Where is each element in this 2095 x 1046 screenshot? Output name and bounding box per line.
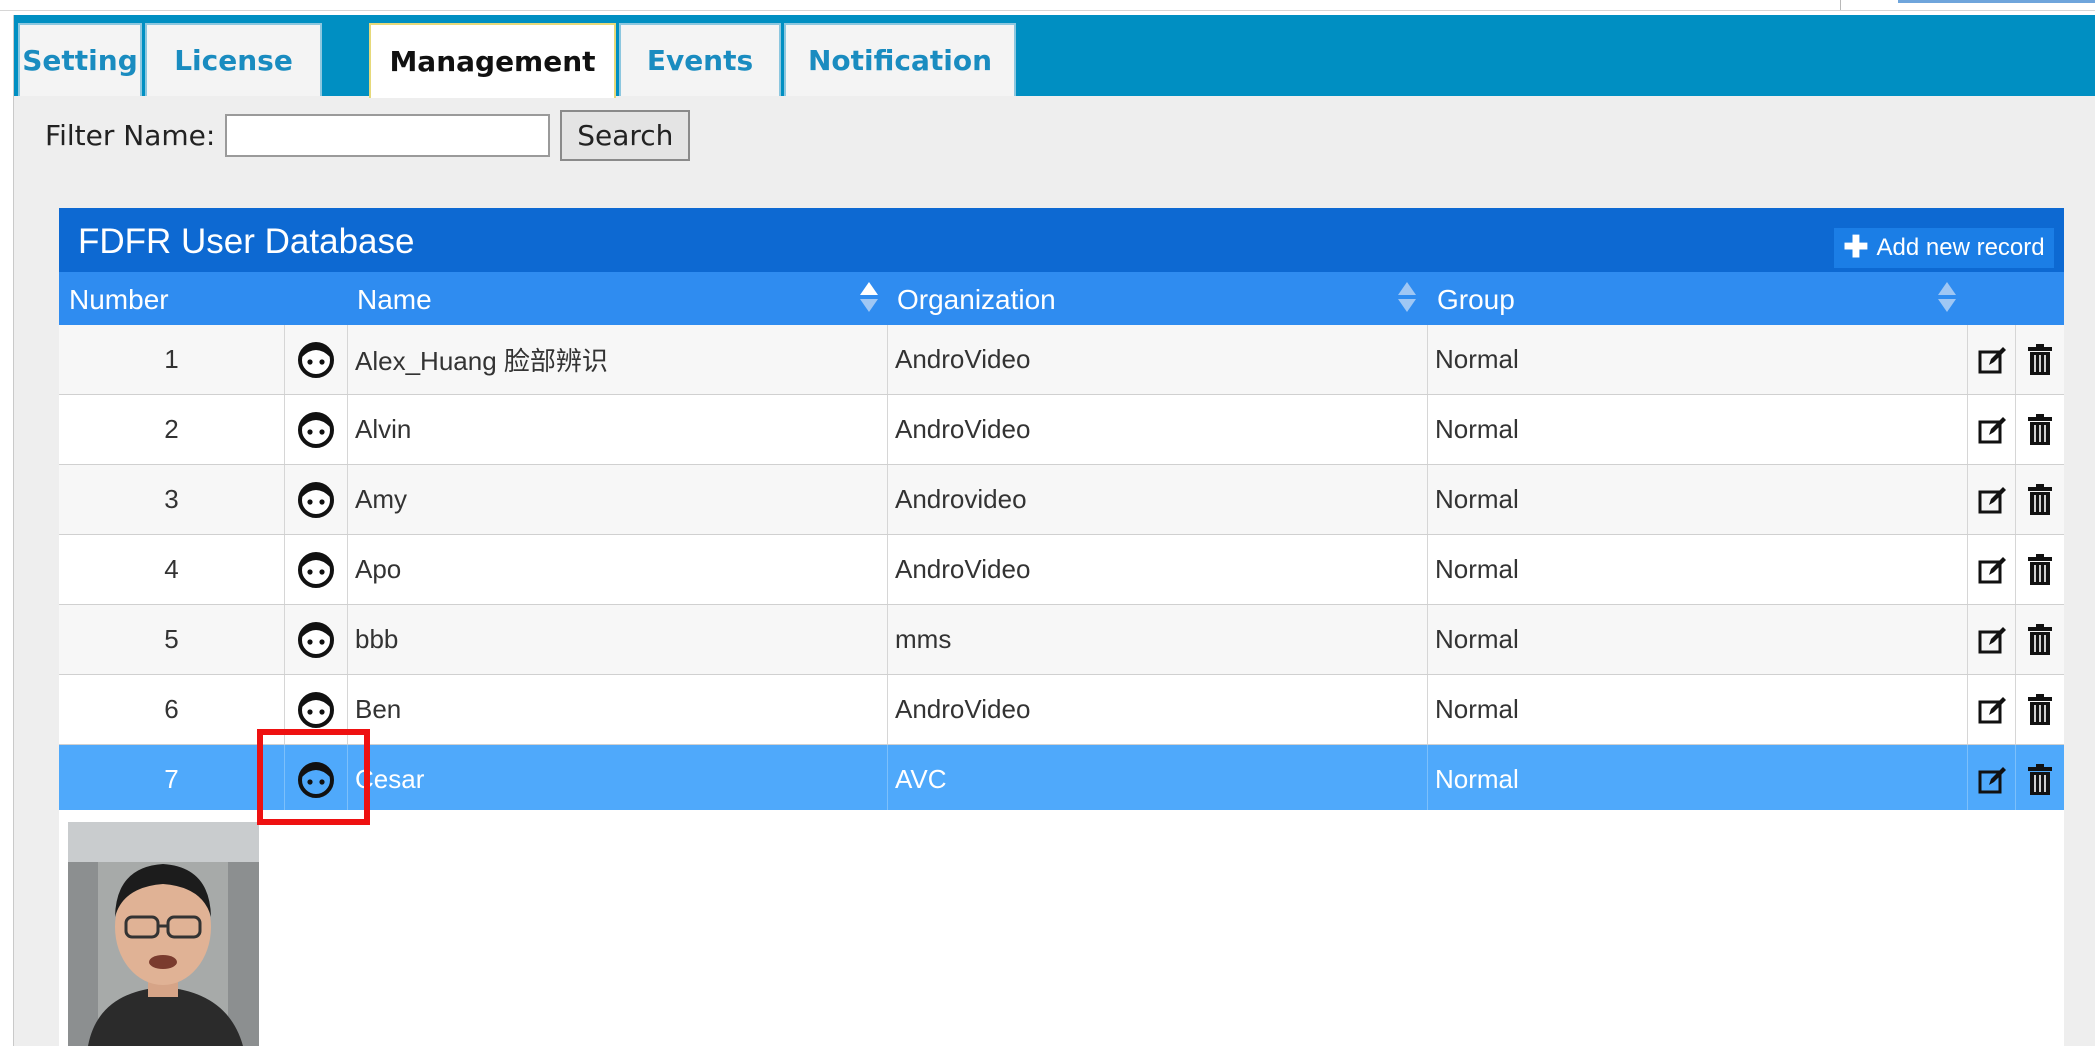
row-name: bbb xyxy=(348,605,888,674)
group-sort-icon[interactable] xyxy=(1938,282,1956,314)
row-number: 6 xyxy=(59,675,285,744)
row-group: Normal xyxy=(1428,325,1968,394)
table-row[interactable]: 5 bbb mms Normal xyxy=(59,605,2064,675)
row-name: Alex_Huang 脸部辨识 xyxy=(348,325,888,394)
row-organization: Androvideo xyxy=(888,465,1428,534)
edit-icon[interactable] xyxy=(1968,465,2016,534)
row-name: Cesar xyxy=(348,745,888,814)
table-row[interactable]: 1 Alex_Huang 脸部辨识 AndroVideo Normal xyxy=(59,325,2064,395)
user-photo xyxy=(68,822,259,1046)
trash-icon[interactable] xyxy=(2016,535,2064,604)
edit-icon[interactable] xyxy=(1968,605,2016,674)
tab-setting[interactable]: Setting xyxy=(18,23,142,96)
table-header: Number Name Organization Group xyxy=(59,272,2064,325)
trash-icon[interactable] xyxy=(2016,325,2064,394)
edit-icon[interactable] xyxy=(1968,745,2016,814)
name-sort-icon[interactable] xyxy=(860,282,878,314)
column-group[interactable]: Group xyxy=(1437,284,1515,316)
row-organization: AndroVideo xyxy=(888,325,1428,394)
tab-bar: Setting License Management Events Notifi… xyxy=(14,15,2095,98)
face-icon[interactable] xyxy=(285,745,348,814)
row-number: 5 xyxy=(59,605,285,674)
tab-events[interactable]: Events xyxy=(619,23,781,96)
search-button[interactable]: Search xyxy=(560,110,691,161)
row-organization: AVC xyxy=(888,745,1428,814)
database-title: FDFR User Database xyxy=(78,222,415,261)
table-row[interactable]: 7 Cesar AVC Normal xyxy=(59,745,2064,815)
face-icon[interactable] xyxy=(285,395,348,464)
browser-divider xyxy=(1840,0,1841,10)
row-group: Normal xyxy=(1428,395,1968,464)
edit-icon[interactable] xyxy=(1968,395,2016,464)
add-new-record-label: Add new record xyxy=(1876,234,2045,261)
tab-license[interactable]: License xyxy=(145,23,322,96)
row-name: Ben xyxy=(348,675,888,744)
column-number[interactable]: Number xyxy=(69,284,169,316)
row-number: 3 xyxy=(59,465,285,534)
column-organization[interactable]: Organization xyxy=(897,284,1056,316)
row-group: Normal xyxy=(1428,745,1968,814)
trash-icon[interactable] xyxy=(2016,465,2064,534)
row-group: Normal xyxy=(1428,675,1968,744)
row-name: Alvin xyxy=(348,395,888,464)
table-row[interactable]: 3 Amy Androvideo Normal xyxy=(59,465,2064,535)
filter-bar: Filter Name: Search xyxy=(45,110,691,161)
database-title-bar: FDFR User Database ✚ Add new record xyxy=(59,208,2064,272)
photo-preview-area xyxy=(59,810,2064,1046)
trash-icon[interactable] xyxy=(2016,395,2064,464)
row-organization: AndroVideo xyxy=(888,395,1428,464)
table-row[interactable]: 6 Ben AndroVideo Normal xyxy=(59,675,2064,745)
edit-icon[interactable] xyxy=(1968,535,2016,604)
row-group: Normal xyxy=(1428,605,1968,674)
row-group: Normal xyxy=(1428,465,1968,534)
row-organization: AndroVideo xyxy=(888,535,1428,604)
browser-toolbar-edge xyxy=(1898,0,2095,3)
column-name[interactable]: Name xyxy=(357,284,432,316)
filter-name-label: Filter Name: xyxy=(45,119,216,152)
face-icon[interactable] xyxy=(285,605,348,674)
organization-sort-icon[interactable] xyxy=(1398,282,1416,314)
face-icon[interactable] xyxy=(285,465,348,534)
row-number: 7 xyxy=(59,745,285,814)
row-name: Apo xyxy=(348,535,888,604)
tab-notification[interactable]: Notification xyxy=(784,23,1016,96)
row-organization: mms xyxy=(888,605,1428,674)
table-row[interactable]: 2 Alvin AndroVideo Normal xyxy=(59,395,2064,465)
table-row[interactable]: 4 Apo AndroVideo Normal xyxy=(59,535,2064,605)
row-group: Normal xyxy=(1428,535,1968,604)
trash-icon[interactable] xyxy=(2016,675,2064,744)
filter-name-input[interactable] xyxy=(225,114,551,157)
face-icon[interactable] xyxy=(285,325,348,394)
face-icon[interactable] xyxy=(285,675,348,744)
trash-icon[interactable] xyxy=(2016,745,2064,814)
user-table: 1 Alex_Huang 脸部辨识 AndroVideo Normal 2 Alvin An… xyxy=(59,325,2064,815)
edit-icon[interactable] xyxy=(1968,675,2016,744)
browser-top-strip xyxy=(0,0,2095,11)
add-new-record-button[interactable]: ✚ Add new record xyxy=(1834,228,2054,268)
row-number: 1 xyxy=(59,325,285,394)
face-icon[interactable] xyxy=(285,535,348,604)
row-number: 4 xyxy=(59,535,285,604)
row-organization: AndroVideo xyxy=(888,675,1428,744)
tab-management[interactable]: Management xyxy=(369,23,616,98)
plus-icon: ✚ xyxy=(1843,231,1869,264)
trash-icon[interactable] xyxy=(2016,605,2064,674)
edit-icon[interactable] xyxy=(1968,325,2016,394)
row-number: 2 xyxy=(59,395,285,464)
row-name: Amy xyxy=(348,465,888,534)
